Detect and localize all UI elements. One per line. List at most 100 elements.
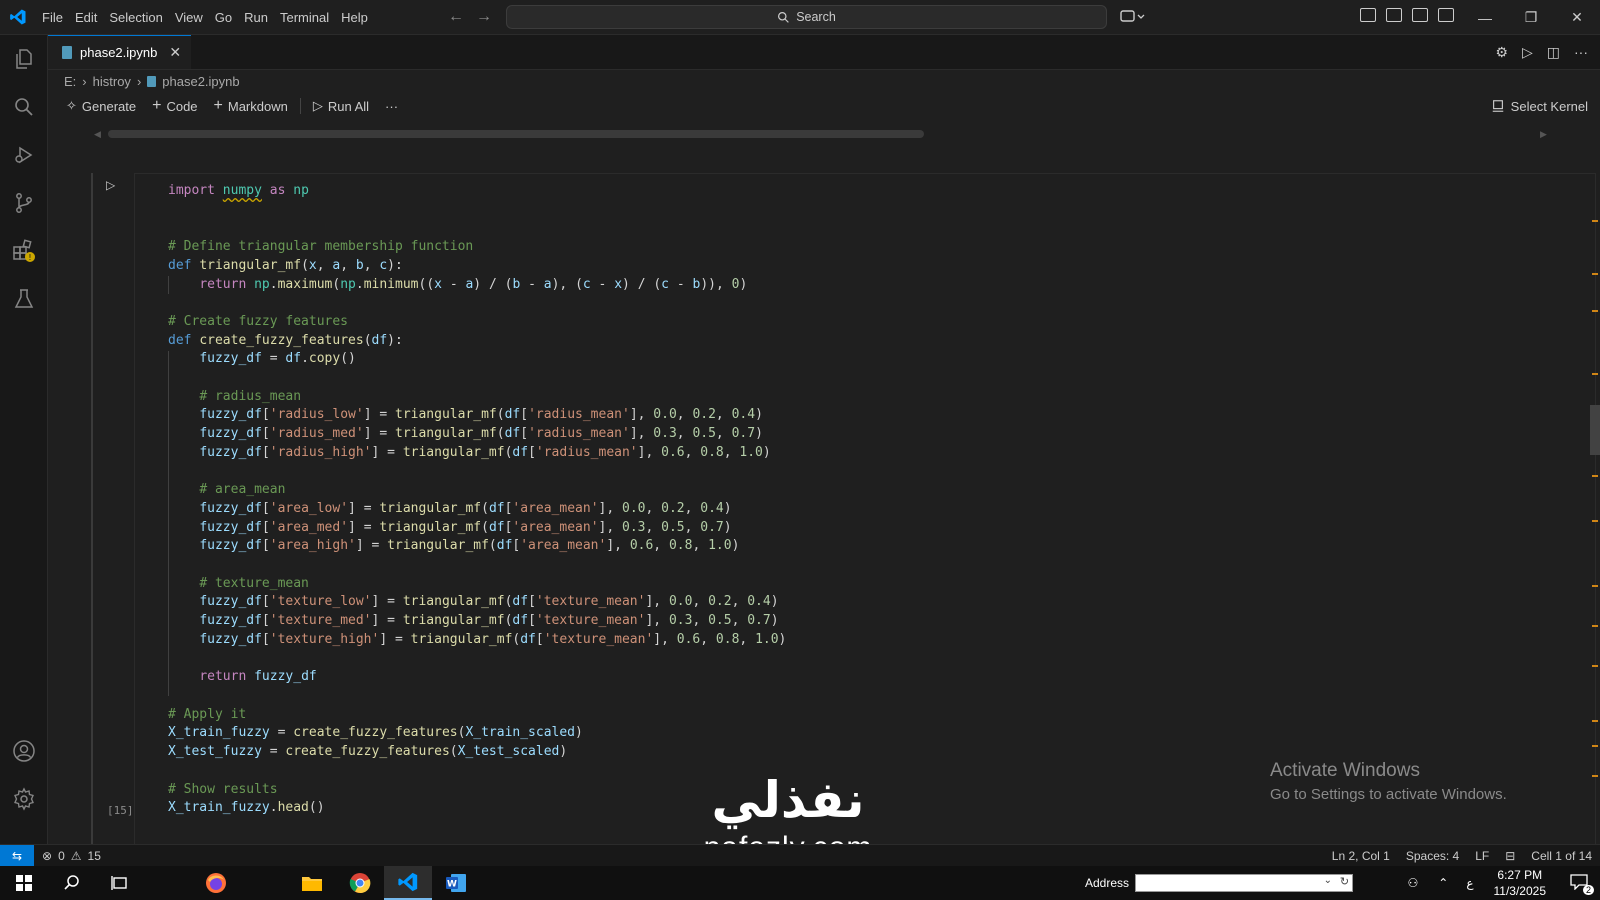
show-hidden-icons-icon[interactable]: ⌃ <box>1428 876 1458 890</box>
menu-bar: File Edit Selection View Go Run Terminal… <box>36 0 374 35</box>
scroll-left-icon[interactable]: ◀ <box>94 129 101 140</box>
toggle-secondary-sidebar-icon[interactable] <box>1438 8 1454 22</box>
clock-date: 11/3/2025 <box>1493 884 1547 898</box>
menu-edit[interactable]: Edit <box>69 0 103 35</box>
window-controls: — ❐ ✕ <box>1462 0 1600 35</box>
remote-indicator-icon[interactable]: ⇆ <box>0 844 34 867</box>
menu-run[interactable]: Run <box>238 0 274 35</box>
indentation[interactable]: Spaces: 4 <box>1398 849 1467 863</box>
file-explorer-icon[interactable] <box>288 866 336 900</box>
notebook-kernel-icon[interactable]: ⊟ <box>1497 849 1523 863</box>
minimize-icon[interactable]: — <box>1462 0 1508 35</box>
code-line: fuzzy_df['texture_high'] = triangular_mf… <box>199 631 787 647</box>
markdown-label: Markdown <box>227 98 288 114</box>
run-and-debug-icon[interactable] <box>0 131 48 179</box>
editor-area: phase2.ipynb ✕ ⚙ ▷ ◫ ··· E: › histroy › … <box>48 35 1600 853</box>
breadcrumb-folder[interactable]: histroy <box>93 74 131 89</box>
cell-focus-bar <box>91 173 93 853</box>
search-icon <box>778 11 789 23</box>
notebook-toolbar: ✧ Generate + Code + Markdown ▷ Run All ·… <box>48 92 1600 120</box>
command-center-search[interactable]: Search <box>506 5 1107 29</box>
overview-ruler <box>1592 175 1598 855</box>
word-icon[interactable]: W <box>432 866 480 900</box>
notification-count: 2 <box>1582 884 1594 895</box>
code-line: fuzzy_df['radius_high'] = triangular_mf(… <box>199 444 771 460</box>
cell-indicator[interactable]: Cell 1 of 14 <box>1523 849 1600 863</box>
notebook-file-icon <box>147 75 157 87</box>
run-all-button[interactable]: ▷ Run All <box>305 92 377 120</box>
code-cell[interactable]: ▷ [15] import numpy as np # Define trian… <box>91 173 1596 853</box>
end-of-line[interactable]: LF <box>1467 849 1497 863</box>
vertical-scrollbar-thumb[interactable] <box>1590 405 1600 455</box>
add-markdown-cell-button[interactable]: + Markdown <box>206 92 296 120</box>
svg-text:!: ! <box>28 253 31 262</box>
more-toolbar-icon[interactable]: ··· <box>377 92 406 120</box>
breadcrumb-drive[interactable]: E: <box>64 74 76 89</box>
add-code-cell-button[interactable]: + Code <box>144 92 205 120</box>
menu-help[interactable]: Help <box>335 0 374 35</box>
menu-view[interactable]: View <box>169 0 209 35</box>
menu-go[interactable]: Go <box>209 0 238 35</box>
run-icon[interactable]: ▷ <box>1522 44 1533 61</box>
extensions-icon[interactable]: ! <box>0 227 48 275</box>
more-actions-icon[interactable]: ··· <box>1574 44 1588 61</box>
task-view-icon[interactable] <box>96 866 144 900</box>
chrome-icon[interactable] <box>336 866 384 900</box>
code-editor[interactable]: import numpy as np # Define triangular m… <box>134 173 1596 853</box>
code-line: # texture_mean <box>199 575 309 591</box>
select-kernel-button[interactable]: Select Kernel <box>1491 92 1588 120</box>
split-editor-icon[interactable]: ◫ <box>1547 44 1560 61</box>
notifications-icon[interactable]: 2 <box>1558 873 1600 895</box>
close-tab-icon[interactable]: ✕ <box>169 44 181 61</box>
source-control-icon[interactable] <box>0 179 48 227</box>
run-all-label: Run All <box>327 98 370 114</box>
search-sidebar-icon[interactable] <box>0 83 48 131</box>
address-input[interactable]: ⌄ ↻ <box>1135 874 1354 892</box>
windows-start-icon[interactable] <box>0 866 48 900</box>
manage-gear-icon[interactable] <box>0 775 48 823</box>
refresh-icon[interactable]: ↻ <box>1340 875 1349 888</box>
back-arrow-icon[interactable]: ← <box>448 8 464 26</box>
dropdown-chevron-icon[interactable]: ⌄ <box>1324 875 1332 886</box>
accounts-icon[interactable] <box>0 727 48 775</box>
horizontal-scrollbar[interactable] <box>108 130 924 138</box>
problems-indicator[interactable]: ⊗ 0 ⚠ 15 <box>42 849 101 863</box>
input-language[interactable]: ع <box>1458 876 1481 890</box>
run-all-icon: ▷ <box>312 98 323 113</box>
people-icon[interactable]: ⚇ <box>1398 876 1429 890</box>
code-line: fuzzy_df['area_med'] = triangular_mf(df[… <box>199 519 732 535</box>
code-line: import numpy as np <box>168 183 309 198</box>
breadcrumb-file[interactable]: phase2.ipynb <box>162 74 239 89</box>
scroll-right-icon[interactable]: ▶ <box>1540 129 1547 140</box>
taskbar-search-icon[interactable] <box>48 866 96 900</box>
execution-count: [15] <box>107 804 134 817</box>
firefox-icon[interactable] <box>192 866 240 900</box>
vscode-taskbar-icon[interactable] <box>384 866 432 900</box>
activity-bar: ! <box>0 35 48 844</box>
copilot-icon[interactable] <box>1120 8 1146 27</box>
clock[interactable]: 6:27 PM 11/3/2025 <box>1482 867 1559 899</box>
sparkle-icon: ✧ <box>66 98 77 113</box>
run-cell-icon[interactable]: ▷ <box>106 178 115 192</box>
activate-subtitle: Go to Settings to activate Windows. <box>1270 786 1507 803</box>
customize-layout-icon[interactable] <box>1360 8 1376 22</box>
toggle-primary-sidebar-icon[interactable] <box>1386 8 1402 22</box>
toggle-panel-icon[interactable] <box>1412 8 1428 22</box>
settings-gear-icon[interactable]: ⚙ <box>1495 44 1508 61</box>
menu-terminal[interactable]: Terminal <box>274 0 335 35</box>
menu-file[interactable]: File <box>36 0 69 35</box>
menu-selection[interactable]: Selection <box>103 0 168 35</box>
testing-icon[interactable] <box>0 275 48 323</box>
code-line: fuzzy_df['radius_med'] = triangular_mf(d… <box>199 426 763 442</box>
restore-icon[interactable]: ❐ <box>1508 0 1554 35</box>
forward-arrow-icon[interactable]: → <box>476 8 492 26</box>
close-window-icon[interactable]: ✕ <box>1554 0 1600 35</box>
tab-phase2[interactable]: phase2.ipynb ✕ <box>48 35 192 69</box>
explorer-icon[interactable] <box>0 35 48 83</box>
generate-button[interactable]: ✧ Generate <box>58 92 144 120</box>
cursor-position[interactable]: Ln 2, Col 1 <box>1324 849 1398 863</box>
